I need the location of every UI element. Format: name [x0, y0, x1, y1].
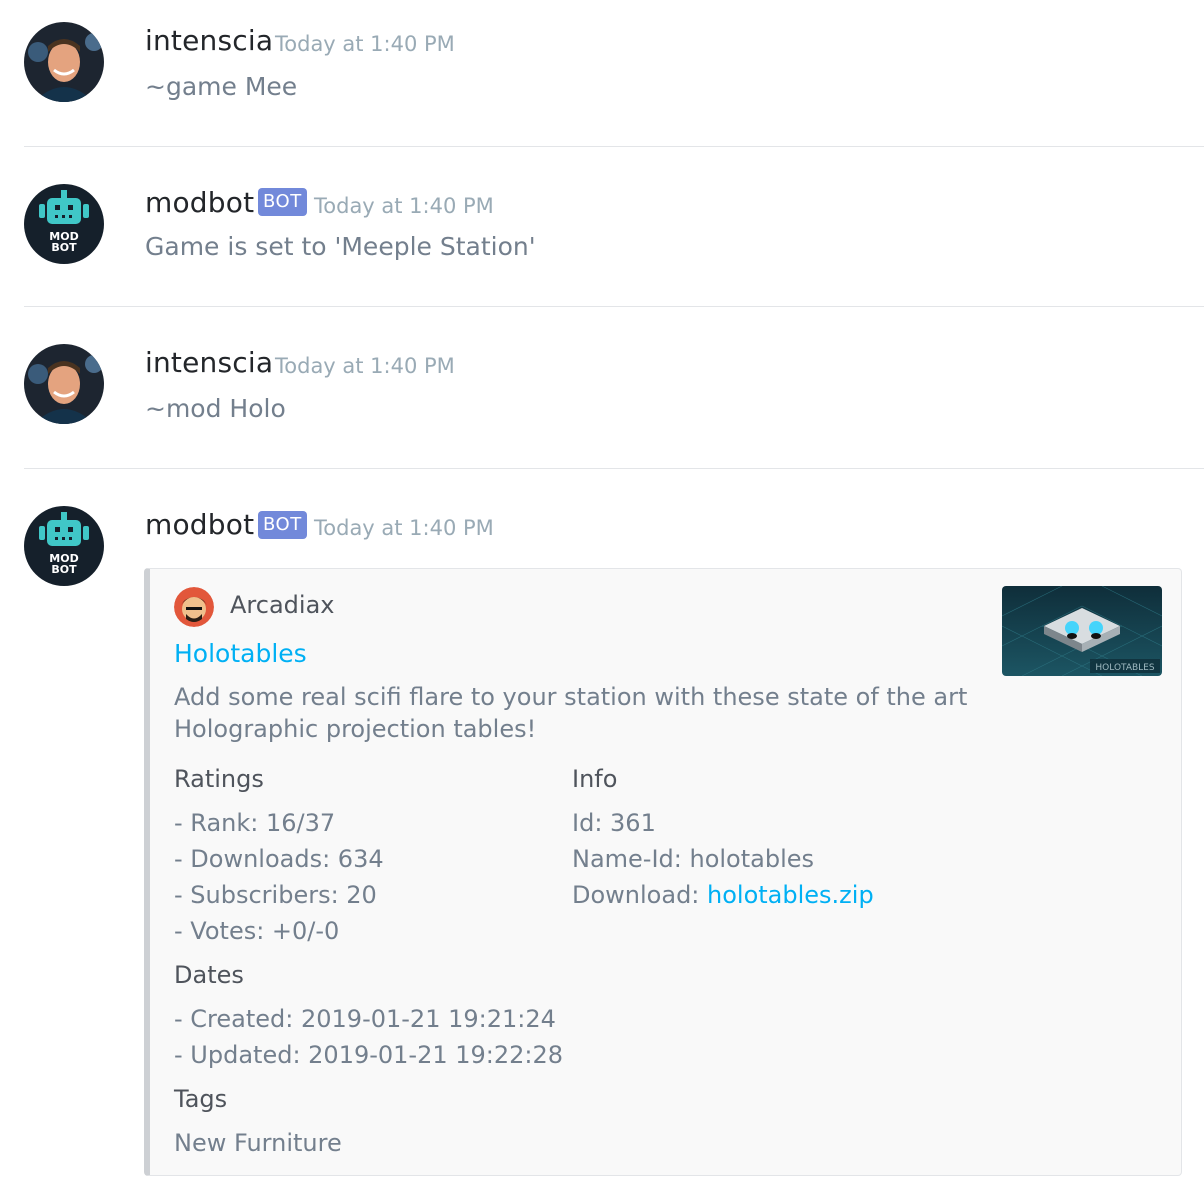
modbot-avatar-label: BOT [51, 241, 77, 254]
embed-thumbnail-caption: HOLOTABLES [1095, 663, 1154, 673]
embed-author-avatar[interactable] [174, 587, 214, 627]
user-avatar[interactable] [24, 22, 104, 102]
field-ratings-line: - Subscribers: 20 [174, 881, 377, 909]
field-tags-value: New Furniture [174, 1129, 342, 1157]
message-timestamp: Today at 1:40 PM [314, 194, 494, 218]
message-timestamp: Today at 1:40 PM [275, 354, 455, 378]
field-ratings-line: - Rank: 16/37 [174, 809, 336, 837]
field-dates-line: - Created: 2019-01-21 19:21:24 [174, 1005, 556, 1033]
field-info-download: Download: holotables.zip [572, 881, 874, 909]
message-timestamp: Today at 1:40 PM [275, 32, 455, 56]
embed-description-line: Add some real scifi flare to your statio… [174, 683, 968, 711]
field-tags-name: Tags [174, 1085, 228, 1113]
field-ratings-line: - Votes: +0/-0 [174, 917, 340, 945]
embed-title-link[interactable]: Holotables [174, 639, 307, 668]
download-label: Download: [572, 881, 708, 909]
modbot-avatar[interactable]: MOD BOT [24, 184, 104, 264]
message-author[interactable]: intenscia [145, 346, 273, 379]
modbot-avatar-label: BOT [51, 563, 77, 576]
modbot-avatar[interactable]: MOD BOT [24, 506, 104, 586]
embed-thumbnail[interactable]: HOLOTABLES [1002, 586, 1162, 676]
field-info-id: Id: 361 [572, 809, 656, 837]
message-content: Game is set to 'Meeple Station' [145, 232, 536, 261]
message-divider [24, 468, 1204, 469]
message-divider [24, 146, 1204, 147]
message-timestamp: Today at 1:40 PM [314, 516, 494, 540]
bot-badge: BOT [258, 511, 307, 539]
field-dates-name: Dates [174, 961, 244, 989]
message-author[interactable]: modbot [145, 186, 254, 219]
field-info-name: Info [572, 765, 618, 793]
field-info-name-id: Name-Id: holotables [572, 845, 815, 873]
download-link[interactable]: holotables.zip [707, 881, 874, 909]
field-ratings-line: - Downloads: 634 [174, 845, 384, 873]
user-avatar[interactable] [24, 344, 104, 424]
message-divider [24, 306, 1204, 307]
bot-badge: BOT [258, 188, 307, 216]
message-content: ~game Mee [145, 72, 298, 101]
embed-description: Add some real scifi flare to your statio… [174, 681, 974, 745]
field-ratings-name: Ratings [174, 765, 264, 793]
mod-embed: Arcadiax Holotables Add some real scifi … [144, 568, 1182, 1176]
embed-description-line: Holographic projection tables! [174, 715, 537, 743]
message-author[interactable]: modbot [145, 508, 254, 541]
field-dates-line: - Updated: 2019-01-21 19:22:28 [174, 1041, 564, 1069]
message-author[interactable]: intenscia [145, 24, 273, 57]
embed-author-name[interactable]: Arcadiax [230, 591, 334, 619]
message-content: ~mod Holo [145, 394, 286, 423]
